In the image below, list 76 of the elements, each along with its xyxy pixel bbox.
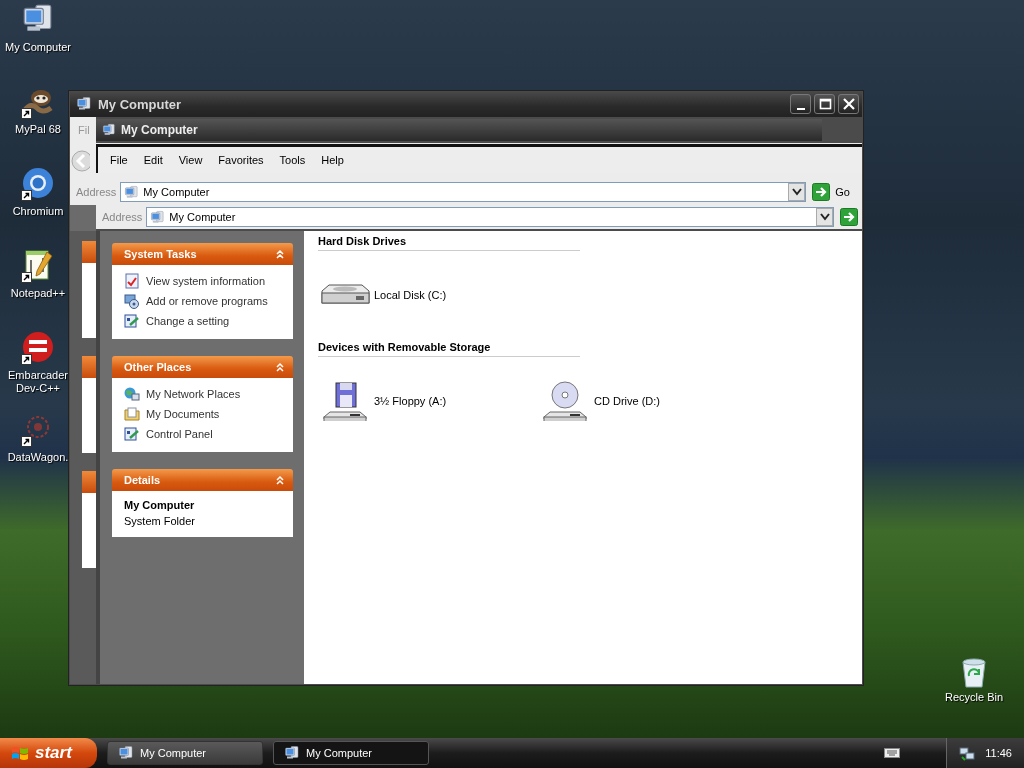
desktop-icon-label[interactable]: Embarcader Dev-C++: [8, 369, 68, 395]
minimize-icon: [796, 107, 805, 110]
details-type: System Folder: [124, 515, 196, 527]
keyboard-icon: [884, 747, 901, 759]
desktop-icon-label[interactable]: Notepad++: [10, 287, 66, 300]
task-link[interactable]: View system information: [146, 275, 265, 287]
go-button[interactable]: Go: [810, 183, 860, 201]
menu-item[interactable]: Edit: [137, 152, 169, 168]
computer-icon: [150, 209, 166, 225]
drive-item[interactable]: CD Drive (D:): [540, 381, 760, 421]
back-button-icon: [70, 150, 90, 172]
collapse-icon: [275, 475, 285, 485]
close-button[interactable]: [838, 94, 859, 114]
badge-icon: [21, 330, 55, 364]
window-title: My Computer: [121, 123, 198, 137]
drive-item[interactable]: Local Disk (C:): [320, 277, 540, 313]
programs-icon: [124, 293, 140, 309]
address-label: Address: [102, 211, 143, 223]
task-link[interactable]: My Documents: [146, 408, 220, 420]
taskbar-button[interactable]: My Computer: [273, 741, 429, 765]
desktop-icon-label[interactable]: My Computer: [5, 41, 71, 54]
details-name: My Computer: [124, 499, 196, 511]
collapse-icon: [275, 362, 285, 372]
address-label: Address: [76, 186, 117, 198]
network-icon: [959, 745, 976, 761]
task-link[interactable]: Add or remove programs: [146, 295, 268, 307]
cd-drive-icon: [540, 381, 590, 421]
control-panel-icon: [124, 313, 140, 329]
menu-item[interactable]: Tools: [273, 152, 312, 168]
task-link[interactable]: Control Panel: [146, 428, 213, 440]
control-panel-icon: [124, 426, 140, 442]
desktop-icon-label[interactable]: Chromium: [12, 205, 64, 218]
address-field[interactable]: My Computer: [146, 207, 834, 227]
collapse-icon: [275, 249, 285, 259]
computer-icon: [118, 745, 134, 761]
desktop-icon-label[interactable]: MyPal 68: [15, 123, 61, 136]
globe-computer-icon: [124, 386, 140, 402]
dropdown-button[interactable]: [816, 208, 833, 226]
task-link[interactable]: My Network Places: [146, 388, 241, 400]
computer-icon: [124, 184, 140, 200]
address-field[interactable]: My Computer: [120, 182, 807, 202]
address-value: My Computer: [143, 186, 211, 198]
menu-item[interactable]: File: [104, 152, 134, 168]
drive-item[interactable]: 3½ Floppy (A:): [320, 381, 540, 421]
task-link[interactable]: Change a setting: [146, 315, 230, 327]
minimize-button[interactable]: [790, 94, 811, 114]
clock: 11:46: [985, 747, 1012, 759]
info-page-icon: [124, 273, 140, 289]
group-heading: Devices with Removable Storage: [318, 339, 580, 357]
computer-icon: [102, 123, 116, 137]
caret-icon: [791, 188, 802, 196]
taskbar-button[interactable]: My Computer: [107, 741, 263, 765]
menu-item[interactable]: Help: [315, 152, 350, 168]
arrow-icon: [840, 208, 858, 226]
menu-item[interactable]: View: [172, 152, 209, 168]
window-title: My Computer: [98, 96, 183, 112]
dropdown-button[interactable]: [788, 183, 806, 201]
pane-header[interactable]: Other Places: [112, 356, 293, 378]
go-button[interactable]: [838, 208, 860, 226]
address-value: My Computer: [169, 211, 237, 223]
computer-icon: [284, 745, 300, 761]
maximize-button[interactable]: [814, 94, 835, 114]
pane-header[interactable]: Details: [112, 469, 293, 491]
folder-icon: [124, 406, 140, 422]
caret-icon: [819, 213, 830, 221]
recycle-bin-icon: [959, 656, 989, 688]
pane-header[interactable]: System Tasks: [112, 243, 293, 265]
flag-icon: [10, 744, 30, 762]
computer-icon: [76, 96, 92, 112]
group-heading: Hard Disk Drives: [318, 233, 580, 251]
menu-item[interactable]: Favorites: [212, 152, 270, 168]
start-button[interactable]: start: [0, 738, 97, 768]
desktop-icon-label[interactable]: DataWagon.: [7, 451, 69, 464]
desktop-icon-label[interactable]: Recycle Bin: [944, 691, 1004, 704]
floppy-drive-icon: [320, 381, 370, 421]
ring-icon: [21, 166, 55, 200]
